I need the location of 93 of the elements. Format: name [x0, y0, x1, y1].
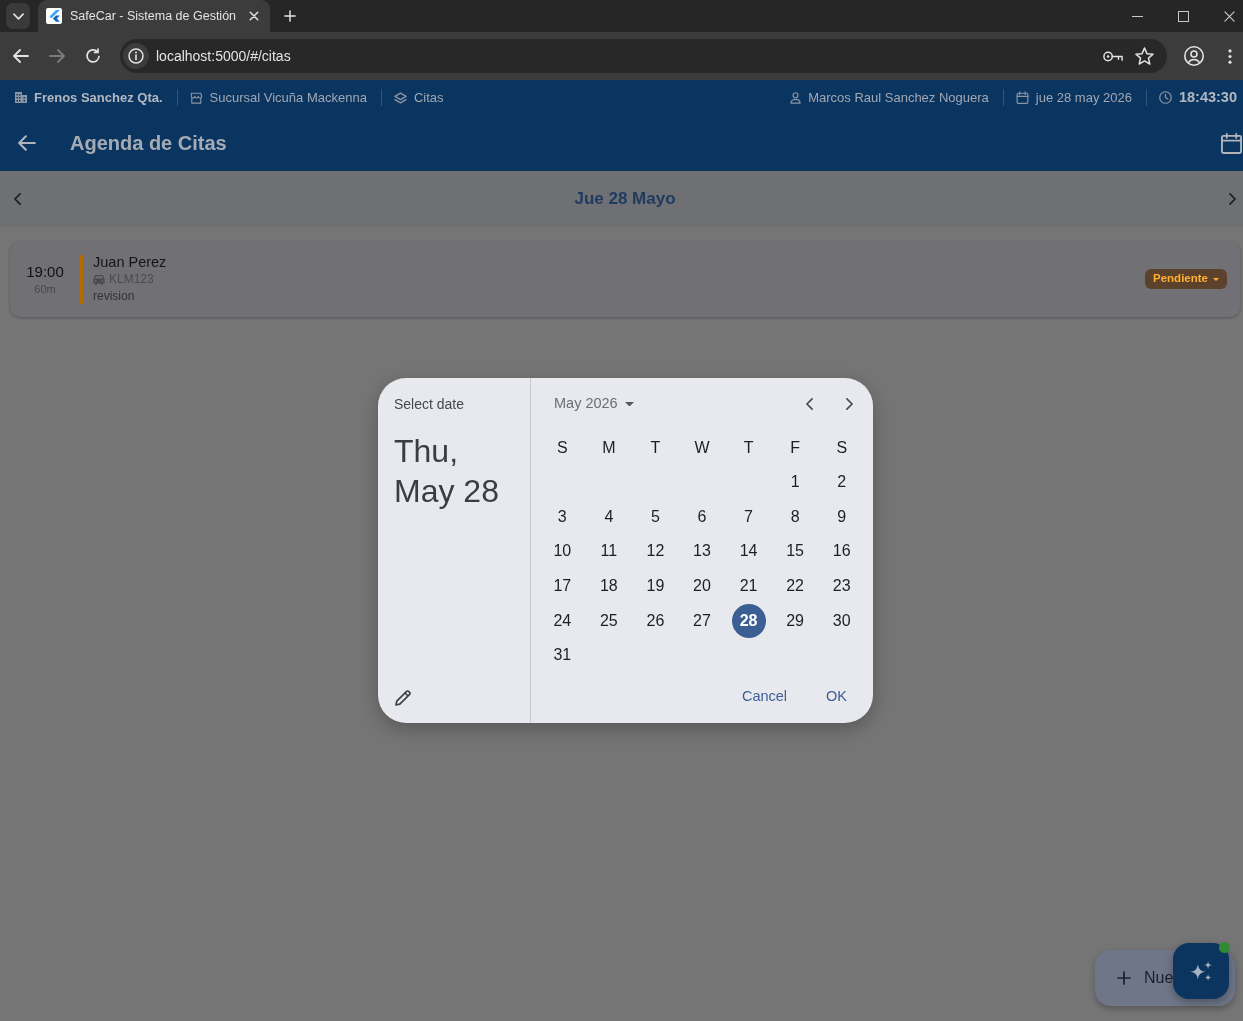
calendar-day[interactable]: 16 — [824, 534, 859, 569]
calendar-day[interactable]: 15 — [778, 534, 813, 569]
key-icon[interactable] — [1103, 50, 1123, 62]
caret-icon — [1213, 277, 1219, 281]
calendar-day[interactable]: 6 — [685, 499, 719, 534]
calendar-day[interactable]: 17 — [545, 569, 580, 604]
calendar-day[interactable]: 3 — [545, 499, 580, 534]
selected-date-headline: Thu, May 28 — [394, 432, 500, 511]
ok-button[interactable]: OK — [814, 677, 859, 717]
calendar-day[interactable]: 2 — [824, 465, 859, 500]
weekday-label: M — [602, 437, 616, 458]
layers-icon — [393, 91, 407, 104]
reload-icon[interactable] — [85, 48, 101, 64]
calendar-day[interactable]: 27 — [685, 603, 719, 638]
calendar-day[interactable]: 9 — [824, 499, 859, 534]
calendar-day[interactable]: 20 — [685, 569, 719, 604]
assistant-button[interactable] — [1173, 943, 1229, 999]
calendar-day[interactable]: 26 — [638, 603, 673, 638]
calendar-day[interactable]: 21 — [731, 569, 766, 604]
calendar-icon — [1015, 91, 1029, 104]
store-icon — [189, 91, 203, 104]
browser-tab[interactable]: SafeCar - Sistema de Gestión — [38, 0, 270, 32]
branch-name: Sucursal Vicuña Mackenna — [209, 88, 367, 107]
profile-icon[interactable] — [1184, 46, 1204, 66]
calendar-day[interactable]: 7 — [731, 499, 766, 534]
info-icon[interactable] — [123, 43, 149, 69]
weekday-label: W — [694, 437, 710, 458]
calendar-day[interactable]: 28 — [731, 603, 766, 638]
edit-mode-button[interactable] — [394, 689, 412, 707]
current-time: 18:43:30 — [1178, 87, 1237, 107]
weekday-label: T — [650, 437, 661, 458]
back-arrow-icon[interactable] — [18, 135, 36, 151]
calendar-day[interactable]: 4 — [591, 499, 626, 534]
maximize-icon[interactable] — [1178, 10, 1189, 22]
company-name: Frenos Sanchez Qta. — [34, 88, 163, 107]
url-text: localhost:5000/#/citas — [156, 46, 291, 66]
calendar-day[interactable]: 24 — [545, 603, 580, 638]
dialog-label: Select date — [394, 395, 466, 414]
calendar-day[interactable]: 12 — [638, 534, 673, 569]
star-icon[interactable] — [1135, 47, 1154, 65]
chevron-down-icon — [12, 12, 24, 20]
close-icon[interactable] — [249, 11, 259, 21]
pencil-icon — [394, 689, 412, 707]
calendar-day[interactable]: 22 — [778, 569, 813, 604]
weekday-label: S — [836, 437, 848, 458]
minimize-icon[interactable] — [1132, 15, 1143, 17]
client-name: Juan Perez — [93, 253, 167, 271]
tab-search-button[interactable] — [6, 3, 30, 29]
calendar-day[interactable]: 5 — [638, 499, 673, 534]
tab-title: SafeCar - Sistema de Gestión — [70, 7, 237, 25]
calendar-day[interactable]: 10 — [545, 534, 580, 569]
car-icon — [93, 274, 105, 285]
appointment-time: 19:00 — [26, 262, 64, 281]
menu-icon[interactable] — [1228, 48, 1232, 64]
month-year-dropdown[interactable]: May 2026 — [539, 393, 634, 415]
current-date: jue 28 may 2026 — [1035, 88, 1132, 107]
new-tab-icon[interactable] — [284, 10, 296, 22]
calendar-day[interactable]: 14 — [731, 534, 766, 569]
status-dropdown[interactable]: Pendiente — [1145, 269, 1227, 289]
service-type: revision — [93, 288, 136, 305]
favicon-icon — [46, 8, 62, 24]
calendar-day[interactable]: 11 — [591, 534, 626, 569]
page-title: Agenda de Citas — [70, 131, 227, 156]
chevron-right-icon[interactable] — [1229, 193, 1236, 205]
calendar-day[interactable]: 18 — [591, 569, 626, 604]
calendar-day[interactable]: 25 — [591, 603, 626, 638]
module-name: Citas — [413, 88, 444, 107]
sparkles-icon — [1190, 961, 1212, 981]
calendar-day[interactable]: 31 — [545, 638, 580, 673]
calendar-day[interactable]: 30 — [824, 603, 859, 638]
user-name: Marcos Raul Sanchez Noguera — [808, 88, 989, 107]
weekday-label: S — [556, 437, 568, 458]
weekday-label: T — [743, 437, 754, 458]
caret-icon — [624, 401, 634, 407]
address-bar[interactable]: localhost:5000/#/citas — [120, 39, 1167, 73]
calendar-day[interactable]: 29 — [778, 603, 813, 638]
person-icon — [790, 91, 802, 104]
building-icon — [15, 92, 27, 103]
chevron-left-icon[interactable] — [14, 193, 21, 205]
close-icon[interactable] — [1224, 10, 1235, 22]
calendar-day[interactable]: 13 — [685, 534, 719, 569]
weekday-label: F — [790, 437, 800, 458]
clock-icon — [1158, 91, 1172, 104]
calendar-day[interactable]: 8 — [778, 499, 813, 534]
calendar-icon[interactable] — [1221, 132, 1242, 154]
selected-day-label: Jue 28 Mayo — [574, 188, 676, 211]
plus-icon — [1117, 971, 1131, 985]
chevron-right-icon[interactable] — [846, 398, 853, 410]
chevron-left-icon[interactable] — [806, 398, 813, 410]
calendar-day[interactable]: 23 — [824, 569, 859, 604]
calendar-day[interactable]: 19 — [638, 569, 673, 604]
calendar-day[interactable]: 1 — [778, 465, 813, 500]
cancel-button[interactable]: Cancel — [729, 677, 800, 717]
